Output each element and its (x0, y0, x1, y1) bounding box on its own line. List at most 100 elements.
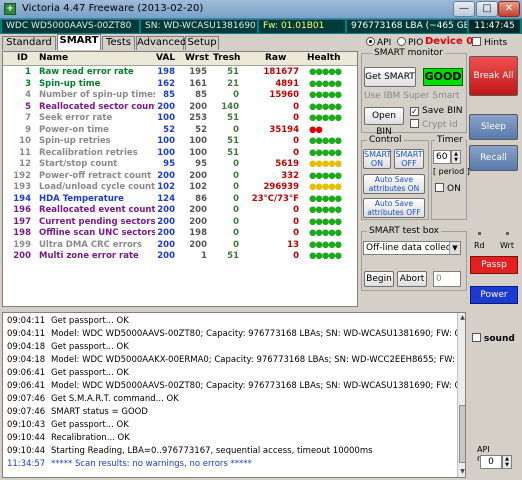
scroll-up-icon[interactable]: ▲ (458, 313, 465, 323)
get-smart-button[interactable]: Get SMART (364, 67, 416, 87)
save-bin-checkbox[interactable]: ✓ Save BIN (410, 106, 463, 116)
api-number-spinner[interactable]: ▲ ▼ (502, 455, 512, 469)
table-row[interactable]: 200 Multi zone error rate 200 1 51 0 ●●●●● (3, 251, 357, 263)
scroll-down-icon[interactable]: ▼ (458, 467, 465, 477)
tab-tests[interactable]: Tests (102, 36, 135, 50)
attr-id: 11 (19, 147, 31, 158)
tab-setup[interactable]: Setup (185, 36, 219, 50)
test-value-input[interactable]: 0 (433, 271, 461, 287)
sleep-button[interactable]: Sleep (469, 114, 518, 140)
recall-button[interactable]: Recall (469, 145, 518, 171)
attr-health: ●●●●● (309, 239, 342, 250)
attr-raw: 0 (293, 205, 299, 215)
attr-id: 9 (25, 124, 31, 135)
attr-id: 12 (19, 159, 31, 169)
tab-smart[interactable]: SMART (57, 34, 101, 50)
attr-health: ●●●●● (309, 193, 342, 204)
table-row[interactable]: 196 Reallocated event count 200 200 0 0 ●●●●● (3, 205, 357, 217)
log-time: 09:10:44 (7, 433, 46, 443)
table-row[interactable]: 10 Spin-up retries 100 100 51 0 ●●●●● (3, 136, 357, 148)
pio-label: PIO (407, 38, 424, 48)
open-bin-button[interactable]: Open BIN (364, 107, 404, 137)
scroll-thumb[interactable] (459, 405, 465, 463)
attr-raw: 181677 (263, 67, 300, 77)
test-type-select[interactable]: Off-line data collect ▼ (363, 241, 461, 255)
wrt-label: Wrt (500, 241, 514, 250)
log-time: 09:04:11 (7, 329, 46, 339)
tab-advanced[interactable]: Advanced (136, 36, 186, 50)
table-row[interactable]: 9 Power-on time 52 52 0 35194 ●● (3, 125, 357, 137)
table-row[interactable]: 198 Offline scan UNC sectors 200 198 0 0 ●●●●● (3, 228, 357, 240)
attr-worst: 52 (195, 124, 207, 135)
table-row[interactable]: 12 Start/stop count 95 95 0 5619 ●●●●● (3, 159, 357, 171)
header-id: ID (17, 53, 28, 63)
attr-id: 193 (13, 182, 31, 192)
log-line: 09:06:41 Model: WDC WD5000AAVS-00ZT80; Ca… (7, 380, 457, 393)
sound-label: sound (484, 334, 515, 344)
table-row[interactable]: 193 Load/unload cycle count 102 102 0 296939 ●… (3, 182, 357, 194)
crypt-id-label: Crypt Id (422, 120, 458, 130)
smart-on-button[interactable]: SMART ON (363, 149, 391, 169)
attr-id: 7 (25, 113, 31, 123)
begin-button[interactable]: Begin (364, 271, 394, 287)
passp-button[interactable]: Passp (470, 256, 518, 274)
attr-health: ●●●●● (309, 251, 342, 261)
hints-checkbox[interactable]: Hints (472, 37, 507, 48)
attr-name: Recalibration retries (39, 147, 138, 158)
table-row[interactable]: 3 Spin-up time 162 161 21 4891 ●●●●● (3, 79, 357, 91)
table-row[interactable]: 7 Seek error rate 100 253 51 0 ●●●●● (3, 113, 357, 125)
tab-standard[interactable]: Standard (2, 36, 56, 50)
crypt-id-checkbox[interactable]: Crypt Id (410, 119, 458, 130)
minimize-button[interactable]: — (453, 1, 475, 17)
table-row[interactable]: 194 HDA Temperature 124 86 0 23°C/73°F ●●●●● (3, 194, 357, 206)
table-row[interactable]: 1 Raw read error rate 198 195 51 181677 ●●●●● (3, 67, 357, 79)
power-button[interactable]: Power (470, 286, 518, 304)
close-button[interactable]: ✕ (498, 1, 520, 17)
api-radio[interactable] (366, 37, 375, 46)
sound-checkbox[interactable]: sound (472, 333, 515, 344)
attr-health: ●●●●● (309, 216, 342, 227)
timer-input[interactable]: 60 (433, 150, 451, 164)
control-title: Control (367, 135, 404, 145)
api-number-input[interactable]: 0 (480, 455, 502, 469)
attr-name: Spin-up retries (39, 136, 111, 146)
log-line: 09:10:44 Recalibration... OK (7, 432, 457, 445)
chevron-down-icon: ▼ (449, 242, 460, 254)
log-time: 09:07:46 (7, 394, 46, 404)
attr-health: ●●●●● (309, 90, 342, 100)
rd-slider[interactable] (478, 232, 481, 235)
attr-worst: 85 (195, 90, 207, 100)
table-row[interactable]: 4 Number of spin-up times 85 85 0 15960 ●●●●● (3, 90, 357, 102)
attr-name: Offline scan UNC sectors (39, 228, 155, 238)
log-scrollbar[interactable]: ▲ ▼ (457, 313, 465, 477)
attr-name: Start/stop count (39, 159, 118, 169)
attr-threshold: 0 (233, 205, 239, 215)
attr-worst: 95 (195, 159, 207, 169)
timer-spinner[interactable]: ▲ ▼ (451, 150, 461, 164)
break-all-button[interactable]: Break All (469, 56, 518, 96)
attr-raw: 4891 (275, 78, 299, 89)
abort-button[interactable]: Abort (397, 271, 427, 287)
table-row[interactable]: 5 Reallocated sector count 200 200 140 0 ●●●●● (3, 102, 357, 114)
attr-raw: 332 (281, 170, 299, 181)
pio-radio[interactable] (396, 37, 406, 46)
wrt-slider[interactable] (506, 232, 509, 235)
attr-worst: 200 (189, 239, 207, 250)
auto-save-off-button[interactable]: Auto Save attributes OFF (363, 198, 425, 218)
timer-on-checkbox[interactable]: ON (435, 183, 461, 194)
test-type-value: Off-line data collect (366, 243, 455, 253)
attr-raw: 0 (293, 228, 299, 238)
attr-threshold: 140 (221, 101, 239, 112)
attr-raw: 13 (287, 239, 299, 250)
device-label: Device 0 (425, 36, 474, 47)
attr-val: 198 (157, 67, 175, 77)
table-row[interactable]: 192 Power-off retract count 200 200 0 332 ●●●●… (3, 171, 357, 183)
drive-model: WDC WD5000AAVS-00ZT80 (2, 20, 139, 33)
maximize-button[interactable]: □ (476, 1, 498, 17)
log-message: Model: WDC WD5000AAKX-00ERMA0; Capacity:… (51, 355, 457, 365)
smart-off-button[interactable]: SMART OFF (394, 149, 424, 169)
auto-save-on-button[interactable]: Auto Save attributes ON (363, 174, 425, 194)
table-row[interactable]: 11 Recalibration retries 100 100 51 0 ●●●●● (3, 148, 357, 160)
table-row[interactable]: 199 Ultra DMA CRC errors 200 200 0 13 ●●●●● (3, 240, 357, 252)
table-row[interactable]: 197 Current pending sectors 200 200 0 0 ●●●●● (3, 217, 357, 229)
